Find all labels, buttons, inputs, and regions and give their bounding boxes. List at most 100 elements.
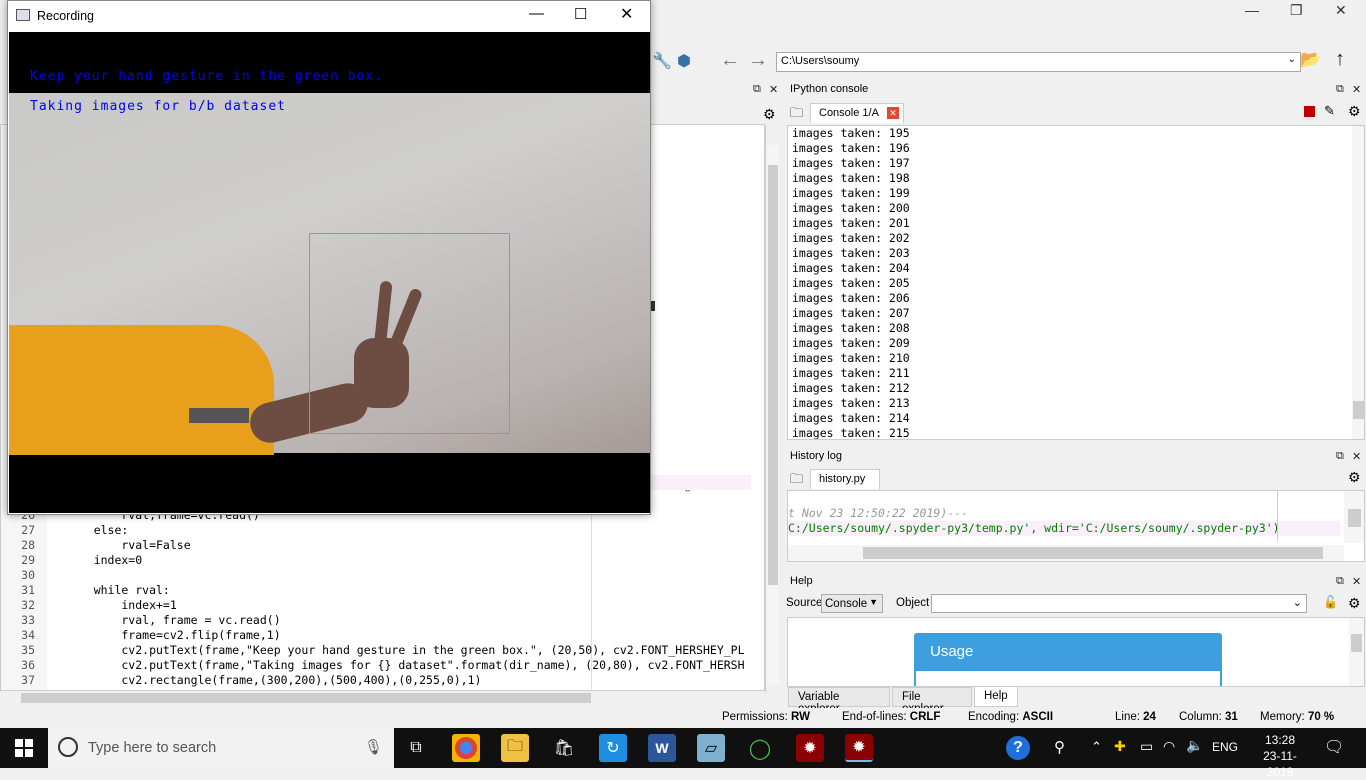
console-line: images taken: 198 bbox=[792, 171, 910, 185]
minimize-icon[interactable]: — bbox=[1245, 2, 1259, 18]
eraser-icon[interactable]: ✎ bbox=[1324, 103, 1335, 119]
webcam-frame: Keep your hand gesture in the green box.… bbox=[9, 32, 650, 513]
tab-variable-explorer[interactable]: Variable explorer bbox=[788, 687, 890, 715]
close-pane-icon[interactable]: ✕ bbox=[769, 83, 778, 96]
notification-icon[interactable]: 🗨 bbox=[1324, 737, 1344, 757]
microphone-icon[interactable]: 🎙 bbox=[364, 738, 383, 756]
history-hscroll-thumb[interactable] bbox=[863, 547, 1323, 559]
windows-start-icon[interactable] bbox=[10, 734, 38, 762]
undock-icon[interactable]: ⧉ bbox=[753, 83, 761, 96]
divider bbox=[765, 125, 766, 692]
taskbar-search[interactable]: Type here to search 🎙 bbox=[48, 728, 394, 768]
close-pane-icon[interactable]: ✕ bbox=[1352, 83, 1361, 96]
help-icon[interactable]: ? bbox=[1006, 736, 1030, 760]
app-icon[interactable]: ▱ bbox=[697, 734, 725, 762]
code-text: else: bbox=[66, 523, 129, 537]
tab-console-label: Console 1/A bbox=[819, 107, 879, 119]
console-line: images taken: 209 bbox=[792, 336, 910, 350]
editor-vscroll[interactable] bbox=[767, 145, 779, 685]
console-line: images taken: 197 bbox=[792, 156, 910, 170]
console-line: images taken: 208 bbox=[792, 321, 910, 335]
dropdown-arrow-icon: ▼ bbox=[869, 597, 878, 607]
history-vscroll-thumb[interactable] bbox=[1348, 509, 1361, 527]
task-view-icon[interactable]: ⧉ bbox=[402, 734, 430, 762]
console-line: images taken: 215 bbox=[792, 426, 910, 440]
gear-icon[interactable]: ⚙ bbox=[1348, 103, 1361, 120]
undock-icon[interactable]: ⧉ bbox=[1336, 575, 1344, 588]
undock-icon[interactable]: ⧉ bbox=[1336, 83, 1344, 96]
forward-arrow-icon[interactable]: → bbox=[748, 49, 768, 72]
battery-icon[interactable]: ▭ bbox=[1140, 738, 1153, 755]
editor-hscroll-thumb[interactable] bbox=[21, 693, 591, 703]
store-icon[interactable]: 🛍 bbox=[550, 734, 578, 762]
tab-file-explorer[interactable]: File explorer bbox=[892, 687, 972, 715]
gear-icon[interactable]: ⚙ bbox=[1348, 595, 1361, 612]
back-arrow-icon[interactable]: ← bbox=[720, 49, 740, 72]
maximize-icon[interactable]: ❐ bbox=[1290, 2, 1303, 19]
history-hscroll[interactable] bbox=[788, 545, 1344, 561]
source-select[interactable]: Console ▼ bbox=[821, 594, 883, 613]
help-tabs: Variable explorer File explorer Help bbox=[786, 687, 1366, 715]
minimize-icon[interactable]: — bbox=[529, 5, 544, 22]
chevron-up-icon[interactable]: ⌃ bbox=[1091, 739, 1102, 755]
history-log[interactable]: t Nov 23 12:50:22 2019)--- C:/Users/soum… bbox=[787, 490, 1365, 562]
undock-icon[interactable]: ⧉ bbox=[1336, 450, 1344, 463]
column-value: 31 bbox=[1225, 711, 1238, 723]
sync-icon[interactable]: ↻ bbox=[599, 734, 627, 762]
speaker-icon[interactable]: 🔈 bbox=[1186, 737, 1203, 754]
chevron-down-icon[interactable]: ⌄ bbox=[1288, 54, 1296, 65]
python-icon[interactable]: ⬢ bbox=[677, 51, 691, 71]
wrench-icon[interactable]: 🔧 bbox=[652, 51, 672, 71]
people-icon[interactable]: ⚲ bbox=[1054, 738, 1065, 756]
overlay-text-2: Taking images for b/b dataset bbox=[30, 99, 286, 114]
editor-hscroll[interactable] bbox=[11, 691, 759, 705]
spyder-icon[interactable]: ✹ bbox=[796, 734, 824, 762]
shirt-sleeve bbox=[9, 325, 274, 455]
stop-icon[interactable] bbox=[1304, 106, 1315, 117]
recording-titlebar[interactable]: Recording — ☐ ✕ bbox=[8, 1, 650, 31]
working-directory-value: C:\Users\soumy bbox=[781, 55, 860, 67]
tab-history[interactable]: history.py bbox=[810, 469, 880, 489]
word-icon[interactable]: W bbox=[648, 734, 676, 762]
working-directory-input[interactable]: C:\Users\soumy ⌄ bbox=[776, 52, 1301, 72]
gear-icon[interactable]: ⚙ bbox=[1348, 469, 1361, 486]
anaconda-icon[interactable]: ◯ bbox=[746, 734, 774, 762]
close-pane-icon[interactable]: ✕ bbox=[1352, 575, 1361, 588]
lock-icon[interactable]: 🔓 bbox=[1323, 595, 1338, 609]
chevron-down-icon[interactable]: ⌄ bbox=[1293, 596, 1302, 609]
up-arrow-icon[interactable]: ↑ bbox=[1335, 48, 1345, 71]
help-vscroll-thumb[interactable] bbox=[1351, 634, 1362, 652]
ipython-console-output[interactable]: images taken: 195 images taken: 196 images… bbox=[787, 125, 1365, 440]
folder-icon[interactable]: 🗀 bbox=[790, 470, 803, 492]
clock[interactable]: 13:28 23-11-2019 bbox=[1250, 732, 1310, 780]
tab-help[interactable]: Help bbox=[974, 687, 1018, 707]
overlay-text-1: Keep your hand gesture in the green box. bbox=[30, 69, 384, 84]
console-vscroll-thumb[interactable] bbox=[1353, 401, 1364, 419]
memory-value: 70 % bbox=[1307, 711, 1335, 723]
folder-icon[interactable]: 🗀 bbox=[790, 104, 803, 126]
history-vscroll[interactable] bbox=[1344, 491, 1364, 543]
close-pane-icon[interactable]: ✕ bbox=[1352, 450, 1361, 463]
console-line: images taken: 207 bbox=[792, 306, 910, 320]
close-icon[interactable]: ✕ bbox=[1335, 2, 1347, 19]
maximize-icon[interactable]: ☐ bbox=[574, 5, 587, 23]
open-folder-icon[interactable]: 📂 bbox=[1300, 50, 1321, 70]
gear-icon[interactable]: ⚙ bbox=[763, 106, 776, 123]
line-number: 28 bbox=[21, 538, 35, 552]
close-tab-icon[interactable]: ✕ bbox=[887, 107, 899, 119]
spyder-active-icon[interactable]: ✹ bbox=[845, 734, 873, 762]
file-explorer-icon[interactable]: 🗀 bbox=[501, 734, 529, 762]
close-icon[interactable]: ✕ bbox=[620, 4, 633, 24]
chrome-icon[interactable] bbox=[452, 734, 480, 762]
editor-vscroll-thumb[interactable] bbox=[768, 165, 778, 585]
help-title: Help bbox=[790, 575, 813, 587]
console-line: images taken: 203 bbox=[792, 246, 910, 260]
object-input[interactable]: ⌄ bbox=[931, 594, 1307, 613]
help-vscroll[interactable] bbox=[1349, 618, 1364, 686]
shield-icon[interactable]: ✚ bbox=[1114, 738, 1126, 755]
tab-console[interactable]: Console 1/A ✕ bbox=[810, 103, 904, 123]
language-indicator[interactable]: ENG bbox=[1212, 740, 1238, 754]
wifi-icon[interactable]: ◠ bbox=[1163, 738, 1175, 755]
console-vscroll[interactable] bbox=[1352, 126, 1364, 439]
recording-window[interactable]: Recording — ☐ ✕ Keep your hand gesture i… bbox=[7, 0, 651, 515]
